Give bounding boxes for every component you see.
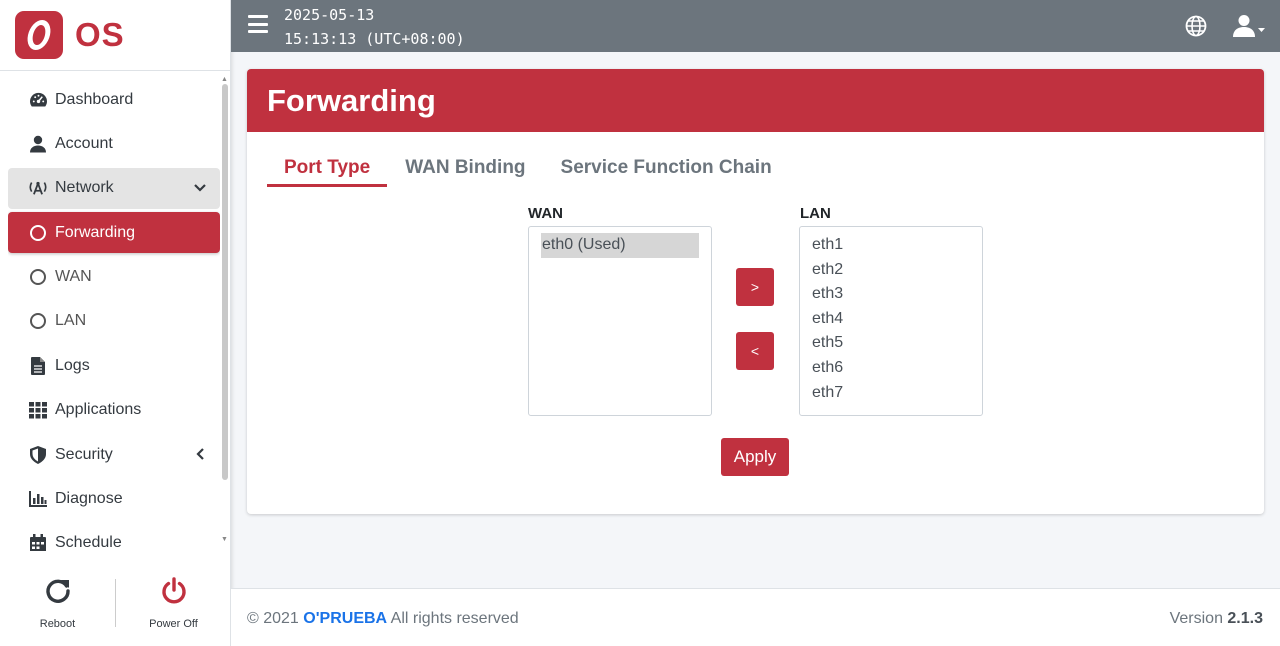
lan-option[interactable]: eth4 — [812, 307, 970, 332]
copyright-suffix: All rights reserved — [387, 610, 519, 627]
card-header: Forwarding — [247, 69, 1264, 132]
power-off-button[interactable]: Power Off — [116, 568, 231, 638]
sidebar-item-label: Forwarding — [55, 223, 136, 241]
sidebar-item-network[interactable]: Network — [8, 167, 220, 209]
lan-option[interactable]: eth7 — [812, 381, 970, 406]
wan-list-label: WAN — [528, 205, 563, 222]
lan-list-label: LAN — [800, 205, 831, 222]
sidebar: OS ▲ Dashboard Account Network Forwardin… — [0, 0, 231, 646]
copyright-prefix: © 2021 — [247, 610, 304, 627]
sidebar-item-label: Schedule — [55, 534, 122, 551]
sidebar-item-label: Applications — [55, 401, 142, 419]
file-icon — [28, 356, 48, 376]
circle-icon — [28, 223, 48, 243]
sidebar-item-wan[interactable]: WAN — [8, 257, 220, 298]
sidebar-scrollbar[interactable] — [222, 84, 228, 480]
sidebar-footer: Reboot Power Off — [0, 560, 231, 646]
scroll-up-arrow-icon[interactable]: ▲ — [221, 76, 228, 83]
shield-icon — [28, 445, 48, 465]
reboot-label: Reboot — [39, 617, 76, 630]
brand[interactable]: OS — [0, 0, 230, 71]
reboot-button[interactable]: Reboot — [0, 568, 115, 638]
lan-option[interactable]: eth6 — [812, 356, 970, 381]
sidebar-item-schedule[interactable]: Schedule — [8, 523, 220, 551]
user-menu-button[interactable] — [1229, 13, 1269, 39]
sidebar-item-security[interactable]: Security — [8, 434, 220, 475]
top-header: 2025-05-13 15:13:13 (UTC+08:00) — [231, 0, 1280, 52]
forwarding-card: Forwarding Port Type WAN Binding Service… — [247, 69, 1264, 514]
company-link[interactable]: O'PRUEBA — [303, 610, 387, 627]
clock-date: 2025-05-13 — [284, 6, 375, 24]
page-footer: © 2021 O'PRUEBA All rights reserved Vers… — [231, 588, 1280, 646]
sidebar-item-label: Security — [55, 445, 113, 463]
circle-icon — [28, 267, 48, 287]
lan-option[interactable]: eth1 — [812, 233, 970, 258]
lan-listbox[interactable]: eth1 eth2 eth3 eth4 eth5 eth6 eth7 — [799, 226, 983, 416]
sidebar-item-diagnose[interactable]: Diagnose — [8, 479, 220, 520]
page-title: Forwarding — [267, 82, 436, 118]
clock: 2025-05-13 15:13:13 (UTC+08:00) — [284, 3, 465, 51]
sidebar-item-dashboard[interactable]: Dashboard — [8, 79, 220, 120]
sidebar-item-label: Network — [55, 179, 114, 197]
chevron-left-icon — [192, 446, 208, 462]
wan-listbox[interactable]: eth0 (Used) — [528, 226, 712, 416]
apply-button[interactable]: Apply — [721, 438, 789, 476]
reboot-icon — [44, 577, 72, 610]
lan-option[interactable]: eth5 — [812, 331, 970, 356]
sidebar-item-logs[interactable]: Logs — [8, 345, 220, 386]
version-info: Version 2.1.3 — [1170, 610, 1263, 628]
sidebar-item-applications[interactable]: Applications — [8, 390, 220, 431]
power-icon — [160, 576, 188, 610]
lan-option[interactable]: eth2 — [812, 258, 970, 283]
sidebar-item-account[interactable]: Account — [8, 123, 220, 164]
version-label: Version — [1169, 610, 1228, 627]
sidebar-item-label: Logs — [55, 356, 90, 374]
chart-icon — [28, 489, 48, 509]
sidebar-item-label: Dashboard — [55, 90, 134, 108]
brand-logo-icon — [15, 11, 63, 59]
sidebar-item-label: Diagnose — [55, 490, 123, 508]
wan-option[interactable]: eth0 (Used) — [541, 233, 699, 258]
sidebar-item-forwarding[interactable]: Forwarding — [8, 212, 220, 254]
calendar-icon — [28, 533, 48, 551]
network-icon — [28, 178, 48, 198]
sidebar-nav: Dashboard Account Network Forwarding WAN — [8, 79, 220, 551]
lan-option[interactable]: eth3 — [812, 282, 970, 307]
power-off-label: Power Off — [149, 617, 198, 630]
sidebar-item-label: LAN — [55, 312, 87, 330]
circle-icon — [28, 311, 48, 331]
move-right-button[interactable]: > — [736, 268, 774, 306]
version-number: 2.1.3 — [1227, 610, 1263, 627]
sidebar-item-lan[interactable]: LAN — [8, 301, 220, 342]
tab-wan-binding[interactable]: WAN Binding — [388, 153, 542, 187]
copyright: © 2021 O'PRUEBA All rights reserved — [247, 610, 519, 628]
tab-bar: Port Type WAN Binding Service Function C… — [267, 153, 790, 187]
sidebar-item-label: Account — [55, 134, 113, 152]
globe-icon[interactable] — [1183, 13, 1209, 39]
scroll-down-arrow-icon[interactable]: ▼ — [221, 536, 228, 543]
tab-port-type[interactable]: Port Type — [267, 153, 388, 187]
dashboard-icon — [28, 90, 48, 110]
grid-icon — [28, 400, 48, 420]
chevron-down-icon — [192, 180, 208, 196]
clock-time: 15:13:13 (UTC+08:00) — [284, 30, 465, 48]
user-icon — [28, 134, 48, 154]
move-left-button[interactable]: < — [736, 332, 774, 370]
tab-service-function-chain[interactable]: Service Function Chain — [544, 153, 789, 187]
sidebar-item-label: WAN — [55, 268, 92, 286]
brand-name: OS — [75, 16, 125, 53]
hamburger-icon[interactable] — [248, 15, 268, 33]
